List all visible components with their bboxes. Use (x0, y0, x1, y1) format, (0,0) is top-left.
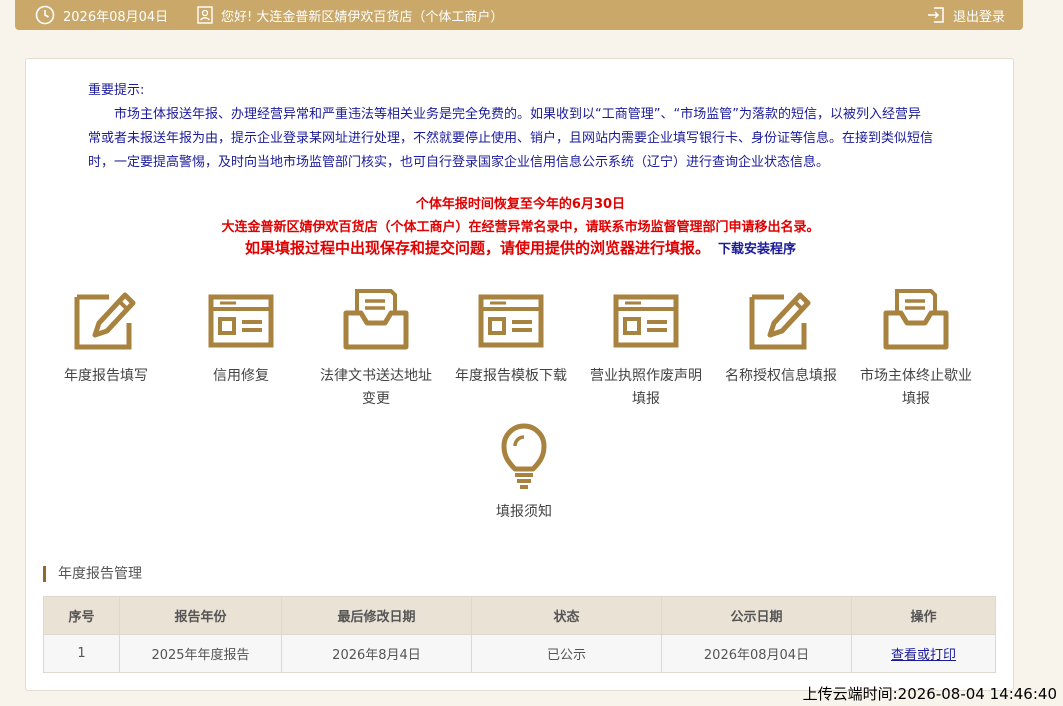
logout-icon (927, 7, 944, 23)
column-header: 操作 (851, 596, 996, 635)
edit-icon (74, 292, 136, 350)
greeting: 您好! 大连金普新区婧伊欢百货店（个体工商户） (197, 0, 503, 30)
func-credit-repair[interactable]: 信用修复 (181, 289, 301, 388)
abnormal-list-warning: 大连金普新区婧伊欢百货店（个体工商户）在经营异常名录中，请联系市场监督管理部门申… (221, 220, 820, 235)
func-label: 名称授权信息填报 (725, 368, 837, 384)
clock-icon (35, 5, 55, 25)
func-name-authorization[interactable]: 名称授权信息填报 (721, 289, 841, 388)
view-print-link[interactable]: 查看或打印 (891, 648, 956, 663)
table-header-row: 序号 报告年份 最后修改日期 状态 公示日期 操作 (43, 596, 996, 635)
main-panel: 重要提示: 市场主体报送年报、办理经营异常和严重违法等相关业务是完全免费的。如果… (25, 58, 1014, 691)
func-license-void-statement[interactable]: 营业执照作废声明填报 (586, 289, 706, 411)
func-legal-address-change[interactable]: 法律文书送达地址变更 (316, 289, 436, 411)
func-filing-instructions[interactable]: 填报须知 (464, 423, 584, 524)
cell-status: 已公示 (471, 634, 662, 673)
column-header: 最后修改日期 (281, 596, 472, 635)
form-icon (208, 294, 274, 348)
edit-icon (749, 292, 811, 350)
date-text: 2026年08月04日 (63, 9, 169, 25)
browser-warning: 如果填报过程中出现保存和提交问题，请使用提供的浏览器进行填报。 下载安装程序 (26, 237, 1015, 258)
cell-modified: 2026年8月4日 (281, 634, 472, 673)
func-label: 信用修复 (213, 368, 269, 384)
lightbulb-icon (501, 423, 547, 489)
greeting-text: 您好! 大连金普新区婧伊欢百货店（个体工商户） (221, 9, 504, 25)
date-display: 2026年08月04日 (35, 0, 168, 30)
func-label: 年度报告模板下载 (455, 368, 567, 384)
func-annual-template-download[interactable]: 年度报告模板下载 (451, 289, 571, 388)
func-label: 法律文书送达地址变更 (320, 368, 432, 407)
form-icon (478, 294, 544, 348)
cell-year: 2025年年度报告 (119, 634, 282, 673)
column-header: 公示日期 (661, 596, 852, 635)
upload-timestamp: 上传云端时间:2026-08-04 14:46:40 (802, 685, 1057, 703)
logout-button[interactable]: 退出登录 (927, 0, 1005, 30)
column-header: 状态 (471, 596, 662, 635)
important-notice: 重要提示: 市场主体报送年报、办理经营异常和严重违法等相关业务是完全免费的。如果… (88, 79, 933, 175)
inbox-icon (343, 289, 409, 350)
func-label: 年度报告填写 (64, 368, 148, 384)
column-header: 序号 (43, 596, 120, 635)
table-row: 1 2025年年度报告 2026年8月4日 已公示 2026年08月04日 查看… (43, 634, 996, 673)
top-bar: 2026年08月04日 您好! 大连金普新区婧伊欢百货店（个体工商户） 退出登录 (15, 0, 1023, 30)
user-card-icon (197, 6, 213, 24)
logout-label: 退出登录 (952, 9, 1005, 25)
func-label: 营业执照作废声明填报 (590, 368, 702, 407)
func-annual-report-fill[interactable]: 年度报告填写 (46, 289, 166, 388)
func-entity-termination[interactable]: 市场主体终止歇业填报 (856, 289, 976, 411)
notice-title: 重要提示: (88, 83, 145, 98)
column-header: 报告年份 (119, 596, 282, 635)
inbox-icon (883, 289, 949, 350)
annual-report-deadline-notice: 个体年报时间恢复至今年的6月30日 (415, 197, 626, 212)
cell-no: 1 (43, 634, 120, 673)
section-title: 年度报告管理 (43, 566, 142, 582)
form-icon (613, 294, 679, 348)
func-label: 填报须知 (496, 504, 552, 520)
browser-warning-text: 如果填报过程中出现保存和提交问题，请使用提供的浏览器进行填报。 (244, 239, 710, 257)
download-installer-link[interactable]: 下载安装程序 (718, 242, 796, 257)
cell-published: 2026年08月04日 (661, 634, 852, 673)
notice-body: 市场主体报送年报、办理经营异常和严重违法等相关业务是完全免费的。如果收到以“工商… (88, 107, 934, 170)
func-label: 市场主体终止歇业填报 (860, 368, 972, 407)
annual-report-table: 序号 报告年份 最后修改日期 状态 公示日期 操作 1 2025年年度报告 20… (43, 596, 996, 673)
cell-action: 查看或打印 (851, 634, 996, 673)
